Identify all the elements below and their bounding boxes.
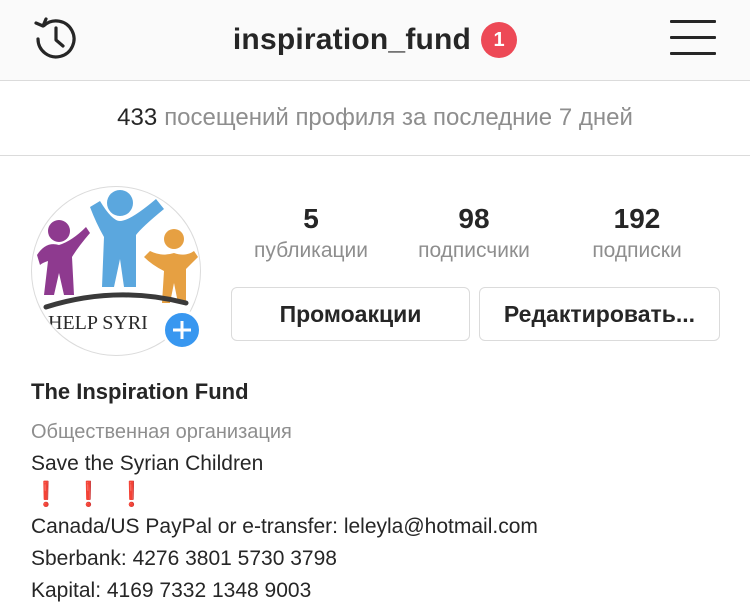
stat-followers[interactable]: 98 подписчики: [399, 203, 549, 265]
notification-badge[interactable]: 1: [481, 22, 518, 58]
bio-line: Save the Syrian Children: [31, 452, 264, 475]
stat-following[interactable]: 192 подписки: [562, 203, 712, 265]
top-navigation-bar: inspiration_fund 1: [0, 0, 750, 81]
bio-line: Kapital: 4169 7332 1348 9003: [31, 579, 312, 602]
visits-label: посещений профиля за последние 7 дней: [164, 104, 633, 131]
plus-icon: [173, 321, 191, 339]
following-label: подписки: [592, 239, 682, 262]
visits-count: 433: [117, 104, 158, 131]
stat-posts[interactable]: 5 публикации: [236, 203, 386, 265]
followers-count: 98: [458, 203, 490, 234]
title-area: inspiration_fund 1: [0, 0, 750, 80]
hamburger-menu-icon[interactable]: [670, 18, 716, 58]
following-count: 192: [613, 203, 661, 234]
posts-count: 5: [303, 203, 319, 234]
edit-profile-button[interactable]: Редактировать...: [479, 287, 720, 341]
profile-username[interactable]: inspiration_fund: [233, 23, 471, 57]
profile-category: Общественная организация: [31, 421, 292, 443]
avatar-logo-text: HELP SYRI: [48, 312, 148, 334]
followers-label: подписчики: [418, 239, 530, 262]
bio-exclamation-marks: ❗️❗️❗️: [31, 481, 160, 508]
profile-full-name: The Inspiration Fund: [31, 379, 249, 404]
bio-line: Canada/US PayPal or e-transfer: leleyla@…: [31, 515, 538, 538]
profile-visits-insight[interactable]: 433 посещений профиля за последние 7 дне…: [0, 81, 750, 156]
posts-label: публикации: [254, 239, 368, 262]
add-story-button[interactable]: [162, 310, 202, 350]
promotions-button[interactable]: Промоакции: [231, 287, 470, 341]
bio-line: Sberbank: 4276 3801 5730 3798: [31, 547, 337, 570]
history-icon[interactable]: [30, 13, 82, 65]
